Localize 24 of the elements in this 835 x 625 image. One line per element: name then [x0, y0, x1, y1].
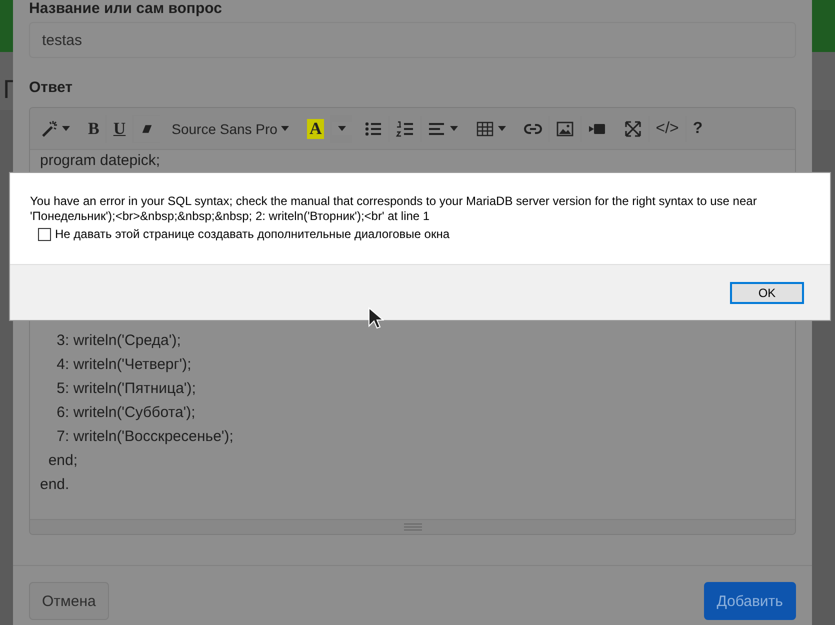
picture-icon	[556, 120, 574, 138]
code-line: 7: writeln('Восскресенье');	[56, 427, 234, 447]
magic-wand-icon	[40, 120, 58, 138]
code-line: 4: writeln('Четверг');	[56, 355, 192, 375]
fullscreen-icon	[624, 120, 642, 138]
code-line: end.	[40, 475, 70, 495]
ok-button[interactable]: OK	[730, 282, 804, 304]
cancel-button[interactable]: Отмена	[29, 582, 109, 620]
field-label: Ответ	[29, 78, 74, 98]
add-button[interactable]: Добавить	[704, 582, 796, 620]
title-input[interactable]: testas	[29, 22, 796, 58]
code-line: 5: writeln('Пятница');	[56, 379, 197, 399]
numbered-list-icon	[396, 120, 414, 138]
error-message: You have an error in your SQL syntax; check the manual that corresponds to your MariaDB server version for the right syntax to use near 'Понедельник');<br>&nbsp;&nbsp;&nbsp; 2: writeln('Вторник');<br' at line 1	[30, 194, 758, 224]
field-label: Название или сам вопрос	[29, 0, 223, 18]
code-line: 3: writeln('Среда');	[56, 331, 182, 351]
code-line: program datepick;	[40, 151, 162, 171]
code-line: 6: writeln('Суббота');	[56, 403, 196, 423]
checkbox[interactable]	[38, 228, 51, 240]
checkbox-label[interactable]: Не давать этой странице создавать дополнительные диалоговые окна	[55, 227, 450, 241]
code-line: end;	[47, 451, 79, 471]
table-icon	[476, 120, 494, 138]
resize-grip-icon	[404, 523, 422, 531]
bulleted-list-icon	[364, 120, 382, 138]
